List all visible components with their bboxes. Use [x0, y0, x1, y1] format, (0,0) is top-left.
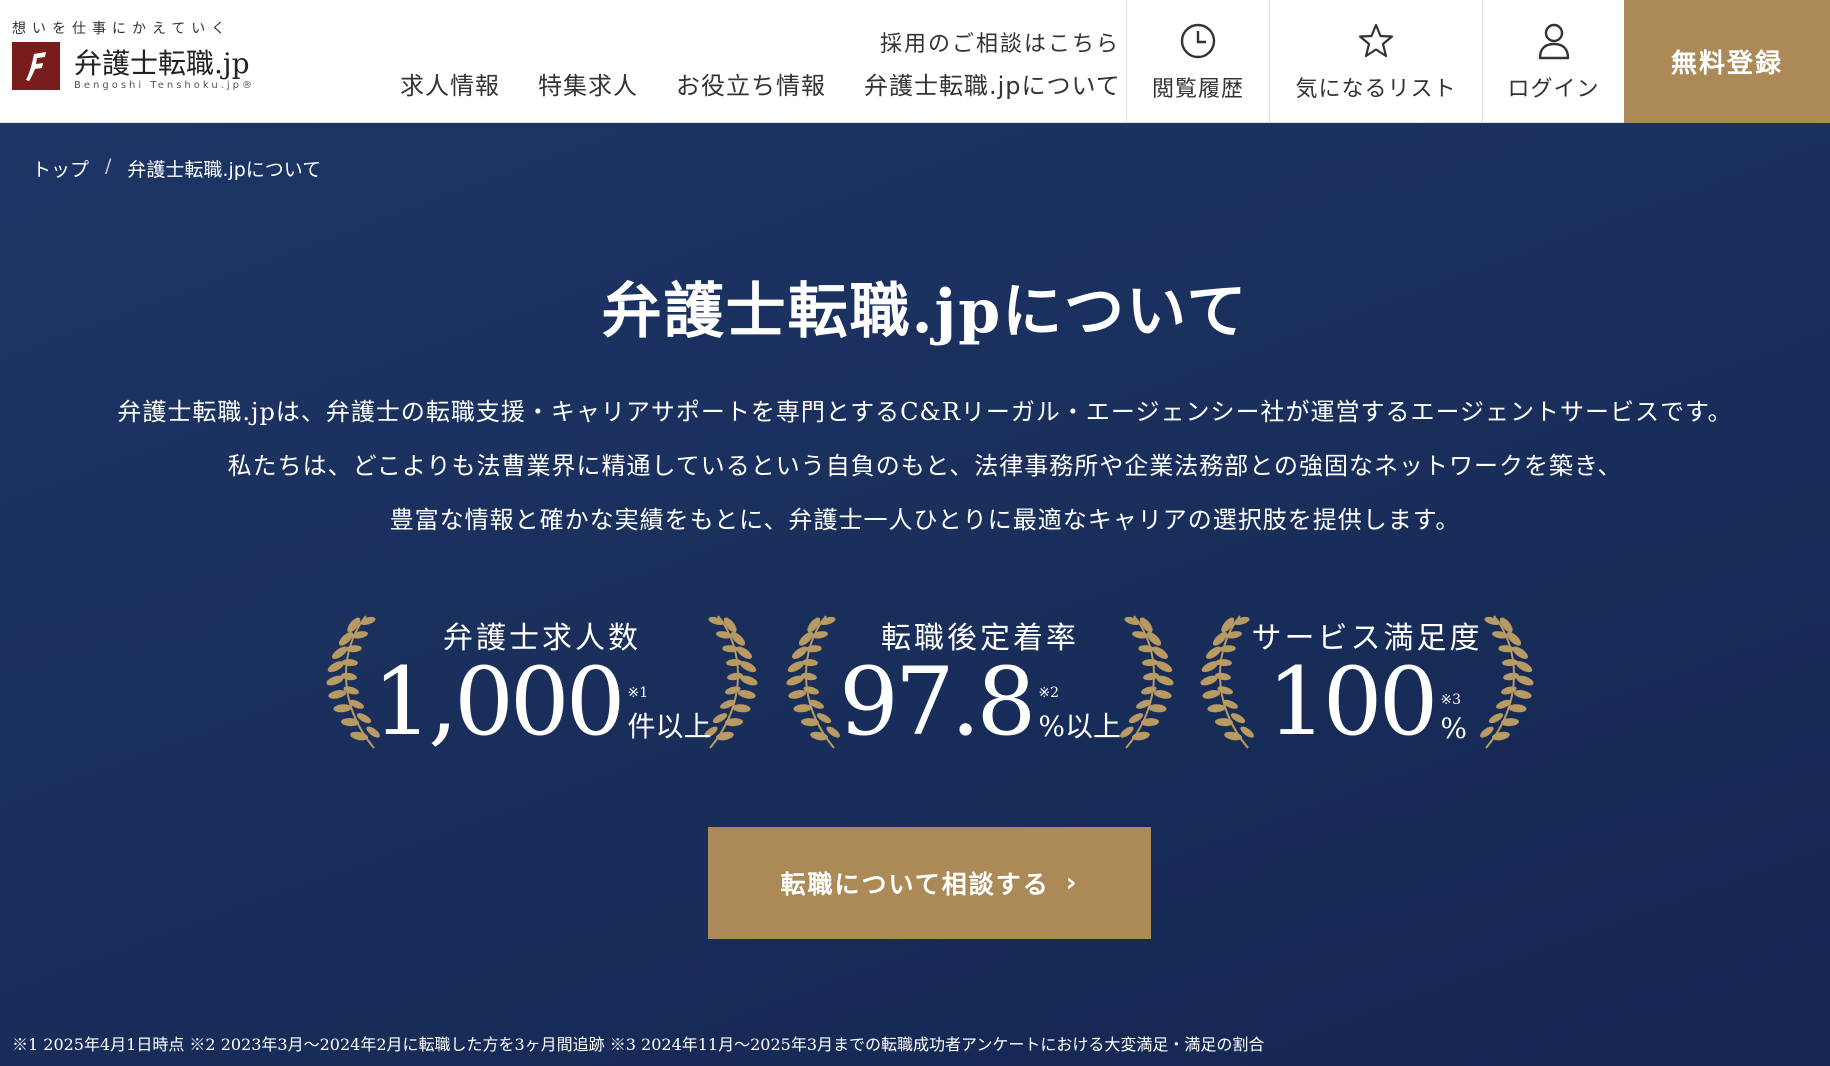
- stat-unit: 件以上: [627, 710, 712, 743]
- stat-retention-rate: 転職後定着率 97.8 ※2 %以上: [782, 603, 1178, 773]
- breadcrumb-current: 弁護士転職.jpについて: [127, 159, 322, 181]
- logo-tagline: 想いを仕事にかえていく: [12, 21, 232, 37]
- logo-mark-icon: [12, 42, 60, 90]
- nav-featured-jobs[interactable]: 特集求人: [538, 66, 638, 100]
- stat-note: ※2: [1038, 685, 1059, 701]
- consult-cta-button[interactable]: 転職について相談する ›: [708, 827, 1151, 939]
- stat-note: ※1: [627, 685, 649, 701]
- site-logo[interactable]: 想いを仕事にかえていく 弁護士転職.jp Bengoshi Tenshoku.j…: [10, 18, 270, 98]
- intro-line: 弁護士転職.jpは、弁護士の転職支援・キャリアサポートを専門とするC&Rリーガル…: [117, 398, 1733, 426]
- nav-job-info[interactable]: 求人情報: [400, 66, 500, 100]
- clock-icon: [1180, 23, 1216, 58]
- intro-line: 豊富な情報と確かな実績をもとに、弁護士一人ひとりに最適なキャリアの選択肢を提供し…: [389, 506, 1461, 534]
- user-icon: [1538, 23, 1569, 59]
- stats-row: 弁護士求人数 1,000 ※1 件以上 転職後定着率 97.8 ※2 %以上 サ…: [0, 603, 1830, 773]
- stat-note: ※3: [1440, 692, 1462, 708]
- stat-value: 1,000: [372, 648, 625, 757]
- intro-line: 私たちは、どこよりも法曹業界に精通しているという自負のもと、法律事務所や企業法務…: [227, 452, 1623, 480]
- nav-useful-info[interactable]: お役立ち情報: [676, 66, 826, 100]
- footnote: ※1 2025年4月1日時点 ※2 2023年3月～2024年2月に転職した方を…: [12, 1035, 1265, 1054]
- free-register-button[interactable]: 無料登録: [1624, 0, 1830, 123]
- login-label: ログイン: [1507, 76, 1600, 102]
- stat-value: 97.8: [839, 648, 1036, 757]
- history-button[interactable]: 閲覧履歴: [1126, 0, 1269, 123]
- login-button[interactable]: ログイン: [1482, 0, 1624, 123]
- stat-unit: %: [1440, 712, 1468, 745]
- chevron-right-icon: ›: [1065, 868, 1079, 898]
- stat-value: 100: [1266, 648, 1438, 757]
- page-title: 弁護士転職.jpについて: [601, 277, 1249, 347]
- site-header: 想いを仕事にかえていく 弁護士転職.jp Bengoshi Tenshoku.j…: [0, 0, 1830, 123]
- stat-satisfaction: サービス満足度 100 ※3 %: [1196, 603, 1538, 773]
- breadcrumb: トップ / 弁護士転職.jpについて: [32, 155, 321, 182]
- history-label: 閲覧履歴: [1151, 76, 1244, 102]
- logo-name: 弁護士転職.jp: [74, 47, 250, 80]
- breadcrumb-separator: /: [105, 155, 112, 177]
- main-nav: 求人情報 特集求人 お役立ち情報 弁護士転職.jpについて: [400, 66, 1121, 100]
- breadcrumb-top[interactable]: トップ: [32, 155, 89, 182]
- intro-text: 弁護士転職.jpは、弁護士の転職支援・キャリアサポートを専門とするC&Rリーガル…: [0, 385, 1830, 547]
- about-hero: トップ / 弁護士転職.jpについて 弁護士転職.jpについて 弁護士転職.jp…: [0, 123, 1830, 1066]
- logo-roman: Bengoshi Tenshoku.jp®: [74, 80, 256, 91]
- star-icon: [1358, 23, 1394, 57]
- recruiting-consult-link[interactable]: 採用のご相談はこちら: [880, 26, 1120, 58]
- favorites-label: 気になるリスト: [1295, 76, 1457, 102]
- nav-about[interactable]: 弁護士転職.jpについて: [864, 66, 1121, 100]
- cta-label: 転職について相談する: [780, 870, 1050, 899]
- stat-job-count: 弁護士求人数 1,000 ※1 件以上: [322, 603, 762, 773]
- stat-unit: %以上: [1038, 710, 1121, 743]
- favorites-button[interactable]: 気になるリスト: [1269, 0, 1482, 123]
